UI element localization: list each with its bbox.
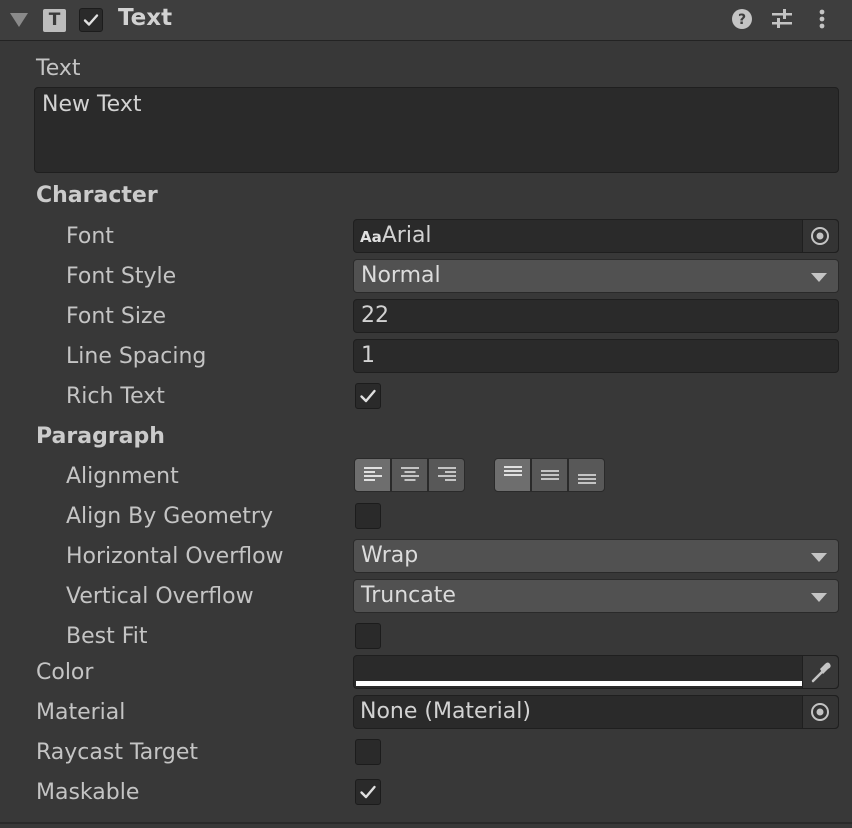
material-label: Material — [36, 700, 126, 725]
align-right-icon — [438, 467, 456, 481]
font-value: Arial — [381, 223, 432, 248]
maskable-label: Maskable — [36, 780, 140, 805]
checkmark-icon — [360, 389, 376, 403]
align-by-geometry-checkbox[interactable] — [355, 503, 381, 529]
align-bottom-button[interactable] — [568, 458, 605, 492]
text-input[interactable]: New Text — [34, 87, 839, 173]
align-center-icon — [401, 467, 419, 481]
align-top-icon — [504, 466, 522, 476]
eyedropper-icon — [811, 662, 831, 683]
best-fit-label: Best Fit — [66, 624, 148, 649]
font-style-label: Font Style — [66, 264, 177, 289]
horizontal-overflow-dropdown[interactable]: Wrap — [353, 539, 839, 573]
font-asset-icon: Aa — [360, 228, 382, 246]
font-style-value: Normal — [361, 263, 441, 288]
align-middle-icon — [541, 470, 559, 480]
horizontal-overflow-value: Wrap — [361, 543, 419, 568]
dropdown-arrow-icon — [811, 593, 827, 602]
rich-text-label: Rich Text — [66, 384, 165, 409]
horizontal-alignment-group — [354, 458, 465, 494]
font-size-input[interactable]: 22 — [353, 299, 839, 333]
line-spacing-input[interactable]: 1 — [353, 339, 839, 373]
vertical-overflow-label: Vertical Overflow — [66, 584, 254, 609]
alignment-label: Alignment — [66, 464, 179, 489]
align-center-button[interactable] — [391, 458, 428, 492]
checkmark-icon — [83, 14, 99, 26]
align-right-button[interactable] — [428, 458, 465, 492]
font-style-dropdown[interactable]: Normal — [353, 259, 839, 293]
text-component-icon: T — [43, 9, 66, 32]
help-icon[interactable]: ? — [731, 8, 753, 30]
foldout-arrow-icon[interactable] — [10, 13, 28, 27]
font-field[interactable]: AaArial — [353, 219, 839, 253]
dropdown-arrow-icon — [811, 553, 827, 562]
align-middle-button[interactable] — [531, 458, 568, 492]
vertical-overflow-value: Truncate — [361, 583, 456, 608]
raycast-target-label: Raycast Target — [36, 740, 199, 765]
color-label: Color — [36, 660, 94, 685]
object-picker-icon — [811, 227, 829, 245]
raycast-target-checkbox[interactable] — [355, 739, 381, 765]
color-field[interactable] — [353, 655, 839, 689]
material-value: None (Material) — [360, 699, 531, 724]
align-bottom-icon — [578, 474, 596, 484]
component-header: T Text ? — [0, 0, 852, 41]
material-field[interactable]: None (Material) — [353, 695, 839, 729]
text-label: Text — [36, 56, 81, 81]
maskable-checkbox[interactable] — [355, 779, 381, 805]
font-size-label: Font Size — [66, 304, 167, 329]
align-top-button[interactable] — [494, 458, 531, 492]
line-spacing-label: Line Spacing — [66, 344, 207, 369]
paragraph-section-header: Paragraph — [36, 424, 165, 449]
vertical-overflow-dropdown[interactable]: Truncate — [353, 579, 839, 613]
component-enabled-checkbox[interactable] — [79, 8, 103, 32]
align-left-button[interactable] — [354, 458, 391, 492]
align-left-icon — [364, 467, 382, 481]
bottom-divider — [0, 822, 852, 824]
more-icon[interactable] — [811, 8, 833, 30]
character-section-header: Character — [36, 183, 158, 208]
font-label: Font — [66, 224, 114, 249]
svg-text:?: ? — [738, 12, 746, 28]
object-picker-icon — [811, 703, 829, 721]
eyedropper-button[interactable] — [802, 656, 838, 688]
checkmark-icon — [360, 785, 376, 799]
horizontal-overflow-label: Horizontal Overflow — [66, 544, 284, 569]
material-picker-button[interactable] — [802, 696, 838, 728]
font-picker-button[interactable] — [802, 220, 838, 252]
presets-icon[interactable] — [771, 8, 793, 30]
dropdown-arrow-icon — [811, 273, 827, 282]
rich-text-checkbox[interactable] — [355, 383, 381, 409]
component-title: Text — [118, 5, 173, 31]
vertical-alignment-group — [494, 458, 605, 494]
align-by-geometry-label: Align By Geometry — [66, 504, 273, 529]
color-swatch-bar — [356, 681, 802, 686]
best-fit-checkbox[interactable] — [355, 623, 381, 649]
